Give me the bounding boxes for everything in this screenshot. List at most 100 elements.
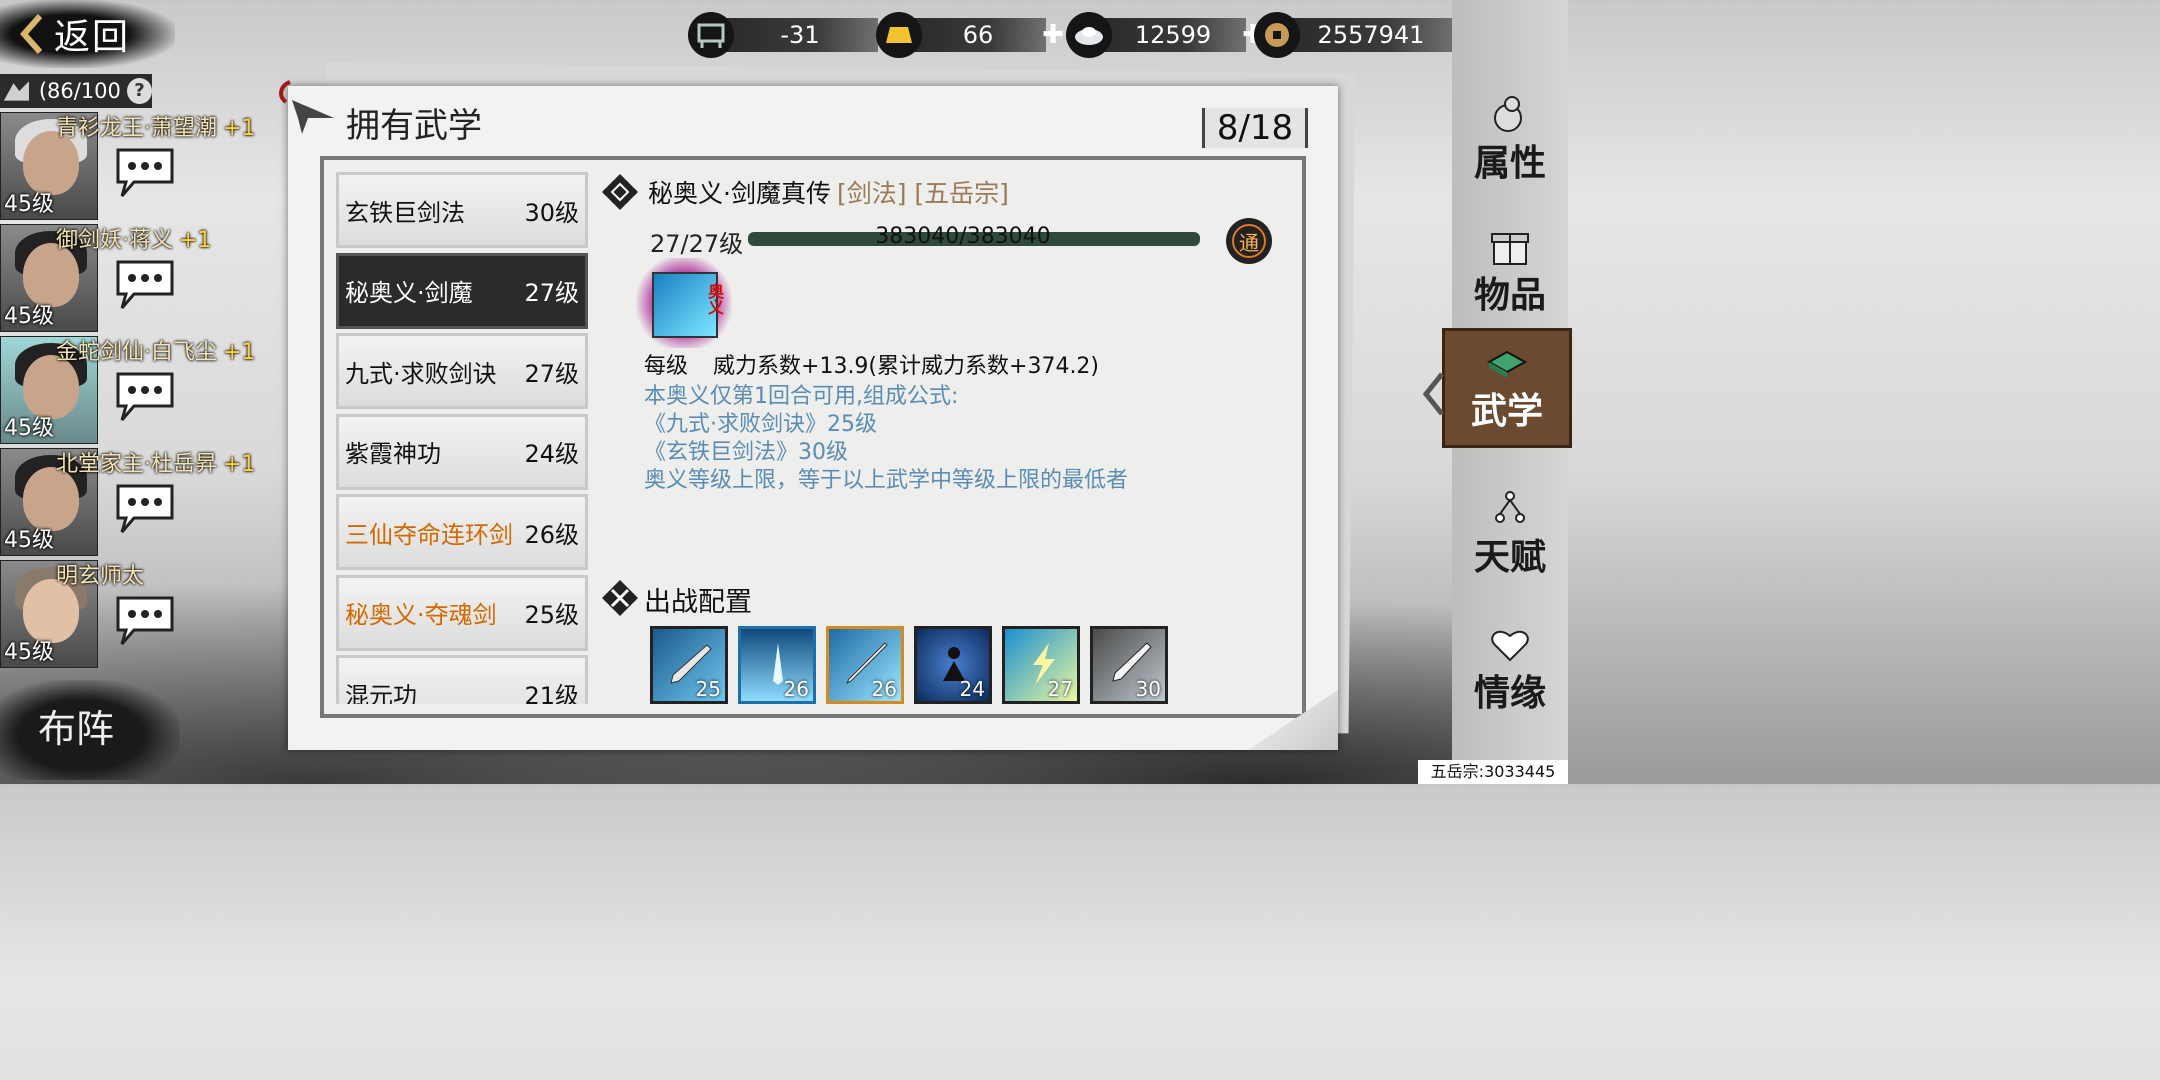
battle-skill-slot[interactable]: 26 — [738, 626, 816, 704]
team-member[interactable]: 45级 青衫龙王·萧望潮 +1 — [0, 112, 300, 220]
team-member[interactable]: 45级 明玄师太 — [0, 560, 300, 668]
resource-value: -31 — [722, 18, 878, 52]
battle-skill-slot[interactable]: 25 — [650, 626, 728, 704]
resource-cauldron: -31 — [688, 10, 878, 60]
guild-status: 五岳宗:3033445 — [1418, 760, 1568, 784]
chat-bubble-icon[interactable] — [112, 146, 178, 200]
chat-bubble-icon[interactable] — [112, 370, 178, 424]
team-member[interactable]: 45级 金蛇剑仙·白飞尘 +1 — [0, 336, 300, 444]
nav-tab-attributes[interactable]: 属性 — [1452, 80, 1568, 200]
slot-level: 26 — [783, 677, 809, 701]
battle-skill-slot[interactable]: 27 — [1002, 626, 1080, 704]
resource-gold: 66 ✚ — [876, 10, 1066, 60]
nav-tab-label: 天赋 — [1473, 536, 1546, 578]
dart-icon — [279, 80, 334, 134]
skill-list[interactable]: 玄铁巨剑法 30级 秘奥义·剑魔 27级 九式·求败剑诀 27级 紫霞神功 24级 三仙… — [336, 172, 588, 704]
panel-title: 拥有武学 — [346, 106, 482, 146]
per-level-line: 每级 威力系数+13.9(累计威力系数+374.2) — [644, 348, 1099, 380]
diamond-icon — [602, 174, 638, 210]
formation-button[interactable]: 布阵 — [0, 680, 180, 780]
skill-level: 26级 — [524, 520, 579, 549]
member-name: 青衫龙王·萧望潮 — [56, 116, 217, 141]
skill-list-item[interactable]: 秘奥义·夺魂剑 25级 — [336, 574, 588, 651]
add-gold-button[interactable]: ✚ — [1040, 22, 1066, 48]
nav-tab-items[interactable]: 物品 — [1452, 212, 1568, 332]
skill-level: 30级 — [524, 198, 579, 227]
resource-silver: 12599 ✚ — [1066, 10, 1266, 60]
skill-level: 27级 — [524, 359, 579, 388]
battle-skill-slot[interactable]: 30 — [1090, 626, 1168, 704]
chevron-left-icon — [20, 14, 42, 54]
member-bonus: +1 — [223, 340, 256, 365]
cauldron-icon — [688, 12, 734, 58]
skill-title-text: 秘奥义·剑魔真传 — [648, 179, 831, 208]
member-name: 明玄师太 — [56, 564, 145, 589]
battle-skill-slot[interactable]: 26 — [826, 626, 904, 704]
side-nav: 属性 物品 武学 天赋 情缘 — [1442, 0, 1572, 784]
skill-level: 27级 — [524, 279, 579, 307]
manual-book-icon — [1486, 350, 1528, 378]
gourd-icon — [1494, 96, 1522, 132]
chat-bubble-icon[interactable] — [112, 594, 178, 648]
skill-list-item[interactable]: 混元功 21级 — [336, 655, 588, 704]
member-level: 45级 — [4, 192, 54, 217]
nav-tab-bonds[interactable]: 情缘 — [1452, 610, 1568, 730]
skill-detail-level: 27/27级 — [650, 230, 744, 258]
member-bonus: +1 — [223, 116, 256, 141]
team-member[interactable]: 45级 御剑妖·蒋义 +1 — [0, 224, 300, 332]
chat-bubble-icon[interactable] — [112, 258, 178, 312]
slot-level: 27 — [1047, 677, 1073, 701]
member-level: 45级 — [4, 640, 54, 665]
nav-tab-talents[interactable]: 天赋 — [1452, 474, 1568, 594]
resource-copper: 2557941 — [1254, 10, 1454, 60]
copper-coin-icon — [1254, 12, 1300, 58]
ultimate-tag: 奥义 — [708, 282, 725, 317]
mastery-badge-text: 通 — [1232, 224, 1266, 258]
skill-level: 21级 — [524, 681, 579, 705]
chat-bubble-icon[interactable] — [112, 482, 178, 536]
skill-list-item[interactable]: 玄铁巨剑法 30级 — [336, 172, 588, 248]
skill-list-item-selected[interactable]: 秘奥义·剑魔 27级 — [336, 252, 588, 329]
team-capacity-text: (86/100 — [38, 79, 121, 103]
team-capacity: (86/100 ? — [0, 74, 152, 108]
member-name: 北堂家主·杜岳昇 — [56, 452, 217, 477]
member-level: 45级 — [4, 416, 54, 441]
xp-progress-text: 383040/383040 — [875, 224, 1051, 249]
per-level-label: 每级 — [644, 354, 689, 379]
skill-list-item[interactable]: 紫霞神功 24级 — [336, 413, 588, 490]
member-name: 金蛇剑仙·白飞尘 — [56, 340, 217, 365]
skill-level: 25级 — [524, 601, 579, 629]
skill-name: 秘奥义·剑魔 — [345, 279, 473, 307]
battle-slot-row: 25 26 26 24 27 30 — [650, 626, 1168, 704]
skill-name: 紫霞神功 — [345, 440, 441, 468]
member-level: 45级 — [4, 304, 54, 329]
skill-count: 8/18 — [1202, 108, 1308, 148]
nav-tab-label: 物品 — [1473, 274, 1546, 316]
member-name: 御剑妖·蒋义 — [56, 228, 173, 253]
help-icon[interactable]: ? — [126, 78, 152, 104]
resource-value: 12599 — [1100, 18, 1246, 52]
skill-list-item[interactable]: 九式·求败剑诀 27级 — [336, 333, 588, 409]
skill-level: 24级 — [524, 440, 579, 468]
team-icon — [3, 81, 29, 101]
per-level-value: 威力系数+13.9(累计威力系数+374.2) — [713, 354, 1100, 379]
skill-name: 秘奥义·夺魂剑 — [345, 601, 497, 629]
team-member[interactable]: 45级 北堂家主·杜岳昇 +1 — [0, 448, 300, 556]
battle-skill-slot[interactable]: 24 — [914, 626, 992, 704]
member-level: 45级 — [4, 528, 54, 553]
silver-ingot-icon — [1066, 12, 1112, 58]
back-label: 返回 — [54, 17, 131, 58]
skill-description-line: 奥义等级上限，等于以上武学中等级上限的最低者 — [644, 468, 1129, 493]
nav-tab-martial-arts[interactable]: 武学 — [1442, 328, 1572, 448]
skill-list-item[interactable]: 三仙夺命连环剑 26级 — [336, 494, 588, 570]
skill-detail-title: 秘奥义·剑魔真传 [剑法] [五岳宗] — [648, 174, 1009, 210]
slot-level: 26 — [871, 677, 897, 701]
mastery-badge[interactable]: 通 — [1226, 218, 1272, 264]
nav-tab-label: 武学 — [1470, 390, 1543, 432]
heart-icon — [1491, 630, 1529, 662]
skill-name: 三仙夺命连环剑 — [345, 520, 513, 549]
resource-value: 2557941 — [1288, 18, 1454, 52]
back-button[interactable]: 返回 — [0, 0, 175, 68]
gold-bar-icon — [876, 12, 922, 58]
member-bonus: +1 — [223, 452, 256, 477]
